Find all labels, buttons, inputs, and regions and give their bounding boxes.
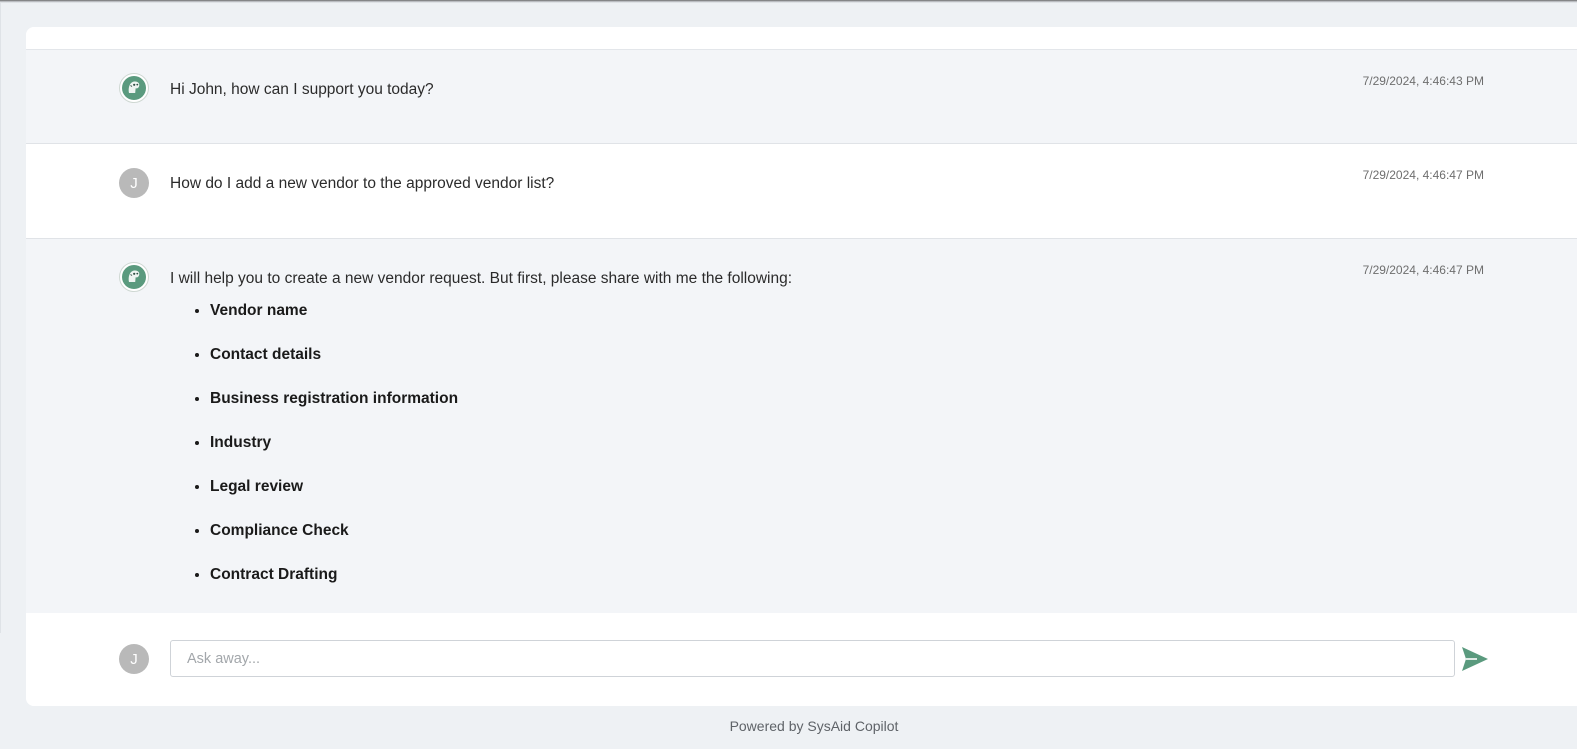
chat-panel: Hi John, how can I support you today? 7/…: [26, 27, 1577, 706]
chat-panel-header: [26, 27, 1577, 50]
list-item-contact-details: Contact details: [210, 344, 458, 388]
send-button[interactable]: [1461, 646, 1489, 672]
message-bot-greeting: Hi John, how can I support you today? 7/…: [26, 50, 1577, 144]
message-text: I will help you to create a new vendor r…: [170, 270, 793, 287]
left-edge: [0, 3, 1, 633]
message-bot-response: I will help you to create a new vendor r…: [26, 239, 1577, 613]
message-timestamp: 7/29/2024, 4:46:47 PM: [1362, 168, 1484, 182]
list-item-compliance-check: Compliance Check: [210, 520, 458, 564]
message-text: How do I add a new vendor to the approve…: [170, 175, 555, 192]
chat-input[interactable]: [170, 640, 1455, 677]
user-avatar: J: [119, 644, 149, 674]
list-item-contract-drafting: Contract Drafting: [210, 564, 458, 608]
required-info-list: Vendor name Contact details Business reg…: [210, 300, 458, 608]
message-composer: J: [26, 613, 1577, 706]
send-icon: [1462, 647, 1488, 671]
window-top-shadow: [0, 0, 1577, 3]
list-item-business-registration: Business registration information: [210, 388, 458, 432]
bot-avatar-icon: [119, 262, 149, 292]
message-user-question: J How do I add a new vendor to the appro…: [26, 144, 1577, 239]
list-item-vendor-name: Vendor name: [210, 300, 458, 344]
user-avatar: J: [119, 168, 149, 198]
message-timestamp: 7/29/2024, 4:46:43 PM: [1362, 74, 1484, 88]
list-item-legal-review: Legal review: [210, 476, 458, 520]
message-text: Hi John, how can I support you today?: [170, 81, 434, 98]
powered-by-footer: Powered by SysAid Copilot: [729, 718, 899, 734]
list-item-industry: Industry: [210, 432, 458, 476]
message-timestamp: 7/29/2024, 4:46:47 PM: [1362, 263, 1484, 277]
bot-avatar-icon: [119, 73, 149, 103]
